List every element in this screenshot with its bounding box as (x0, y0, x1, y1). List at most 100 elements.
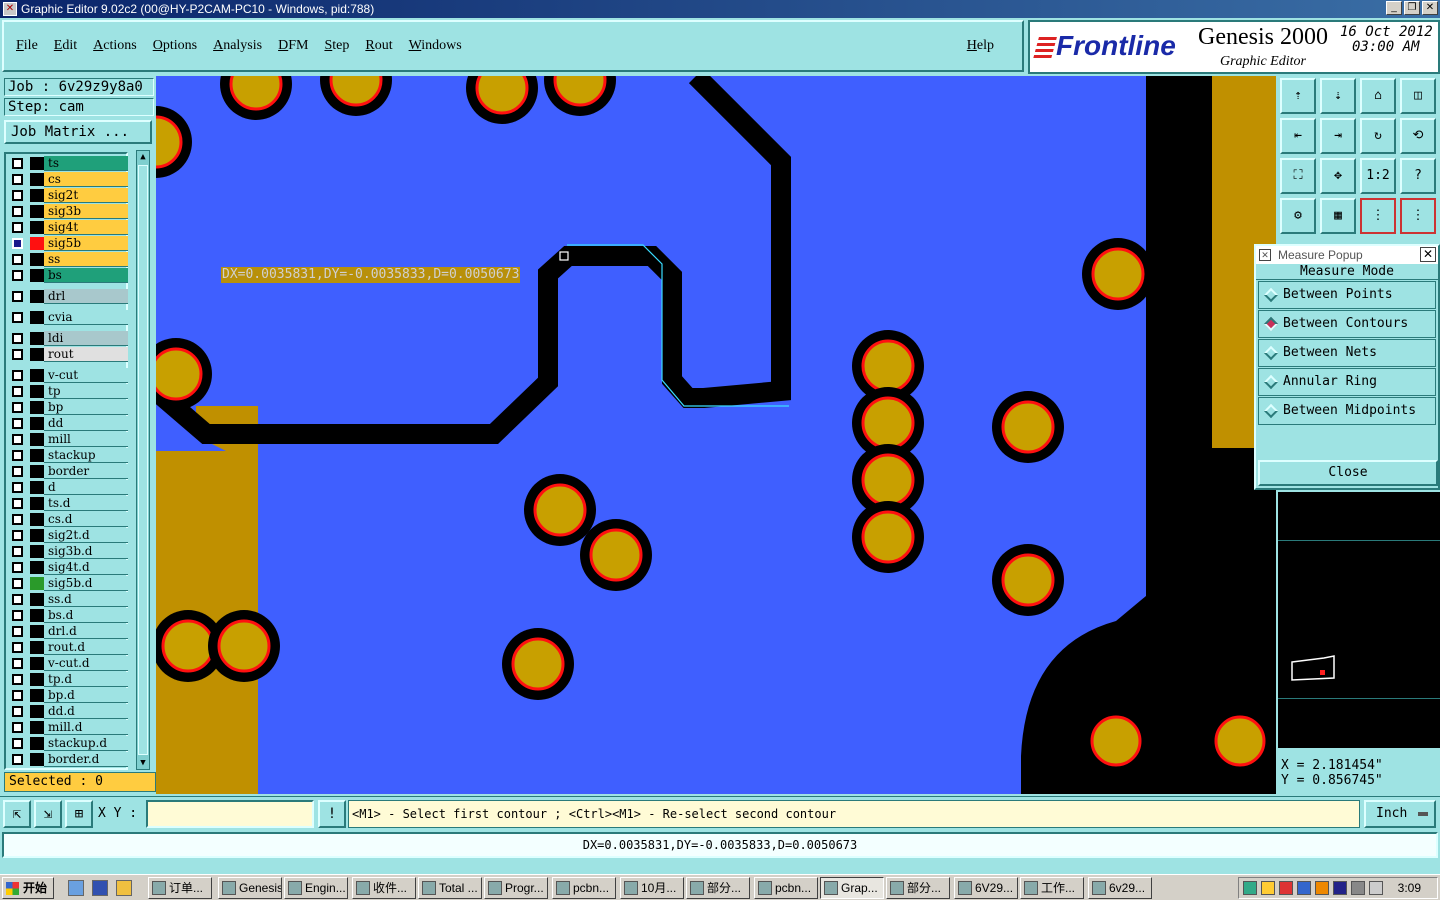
menu-rout[interactable]: Rout (365, 38, 392, 54)
layer-color-swatch[interactable] (30, 332, 44, 345)
layer-color-swatch[interactable] (30, 369, 44, 382)
layer-row-drl-d[interactable]: drl.d (8, 624, 128, 639)
layer-row-tp-d[interactable]: tp.d (8, 672, 128, 687)
layer-row-stackup-d[interactable]: stackup.d (8, 736, 128, 751)
layer-color-swatch[interactable] (30, 221, 44, 234)
layer-name[interactable]: bp.d (44, 688, 128, 703)
layer-name[interactable]: ss (44, 252, 128, 267)
layer-color-swatch[interactable] (30, 417, 44, 430)
layer-checkbox[interactable] (12, 254, 23, 265)
layer-checkbox[interactable] (12, 642, 23, 653)
start-button[interactable]: 开始 (2, 877, 54, 899)
layer-name[interactable]: sig4t.d (44, 560, 128, 575)
layer-name[interactable]: mill (44, 432, 128, 447)
layer-color-swatch[interactable] (30, 641, 44, 654)
layer-color-swatch[interactable] (30, 173, 44, 186)
layer-color-swatch[interactable] (30, 657, 44, 670)
layer-name[interactable]: bs.d (44, 608, 128, 623)
layer-row-sig5b[interactable]: sig5b (8, 236, 128, 251)
tray-close-icon[interactable] (1279, 881, 1293, 895)
tray-language-icon[interactable] (1333, 881, 1347, 895)
taskbar-button[interactable]: 收件... (352, 877, 416, 899)
layer-name[interactable]: stackup (44, 448, 128, 463)
layer-checkbox[interactable] (12, 706, 23, 717)
layer-name[interactable]: cs (44, 172, 128, 187)
layer-checkbox[interactable] (12, 349, 23, 360)
scroll-up-icon[interactable]: ▲ (138, 151, 148, 163)
quicklaunch-desktop-icon[interactable] (68, 880, 84, 896)
popup-close-icon[interactable]: ✕ (1420, 247, 1436, 262)
menu-help[interactable]: Help (967, 38, 994, 54)
home-up-icon[interactable]: ⇡ (1280, 78, 1316, 114)
layer-row-v-cut-d[interactable]: v-cut.d (8, 656, 128, 671)
layer-checkbox[interactable] (12, 514, 23, 525)
tray-app-icon[interactable] (1315, 881, 1329, 895)
layer-name[interactable]: v-cut (44, 368, 128, 383)
layer-color-swatch[interactable] (30, 237, 44, 250)
layer-color-swatch[interactable] (30, 561, 44, 574)
layer-row-bs-d[interactable]: bs.d (8, 608, 128, 623)
menu-dfm[interactable]: DFM (278, 38, 308, 54)
layer-row-ldi[interactable]: ldi (8, 331, 128, 346)
layer-name[interactable]: bs (44, 268, 128, 283)
job-matrix-button[interactable]: Job Matrix ... (4, 120, 152, 144)
layer-color-swatch[interactable] (30, 593, 44, 606)
layer-name[interactable]: v-cut.d (44, 656, 128, 671)
layer-row-ss[interactable]: ss (8, 252, 128, 267)
layer-checkbox[interactable] (12, 370, 23, 381)
layer-color-swatch[interactable] (30, 205, 44, 218)
layer-row-ts[interactable]: ts (8, 156, 128, 171)
alert-icon[interactable]: ! (318, 800, 346, 828)
layer-row-sig3b-d[interactable]: sig3b.d (8, 544, 128, 559)
unit-select[interactable]: Inch (1364, 800, 1436, 828)
popup-title-bar[interactable]: ✕ Measure Popup ✕ (1256, 246, 1438, 264)
taskbar-button[interactable]: Genesis (218, 877, 282, 899)
measure-option-between-contours[interactable]: Between Contours (1258, 310, 1436, 338)
layer-checkbox[interactable] (12, 482, 23, 493)
grid-snap-icon[interactable]: ⊞ (65, 800, 93, 828)
tray-volume-icon[interactable] (1369, 881, 1383, 895)
taskbar-button[interactable]: 6V29... (954, 877, 1018, 899)
scroll-thumb[interactable] (138, 165, 148, 755)
layer-name[interactable]: dd (44, 416, 128, 431)
layer-name[interactable]: sig3b.d (44, 544, 128, 559)
layer-row-bp[interactable]: bp (8, 400, 128, 415)
layer-name[interactable]: stackup.d (44, 736, 128, 751)
layer-checkbox[interactable] (12, 333, 23, 344)
layer-color-swatch[interactable] (30, 253, 44, 266)
layer-row-v-cut[interactable]: v-cut (8, 368, 128, 383)
layer-name[interactable]: tp.d (44, 672, 128, 687)
layer-checkbox[interactable] (12, 658, 23, 669)
layer-checkbox[interactable] (12, 674, 23, 685)
layer-checkbox[interactable] (12, 270, 23, 281)
layer-row-mill-d[interactable]: mill.d (8, 720, 128, 735)
taskbar-button[interactable]: 10月... (620, 877, 684, 899)
layer-checkbox[interactable] (12, 222, 23, 233)
layer-checkbox[interactable] (12, 626, 23, 637)
tray-network-icon[interactable] (1243, 881, 1257, 895)
layer-checkbox[interactable] (12, 498, 23, 509)
taskbar-button[interactable]: 部分... (886, 877, 950, 899)
layer-checkbox[interactable] (12, 610, 23, 621)
layer-checkbox[interactable] (12, 386, 23, 397)
taskbar-button[interactable]: 工作... (1020, 877, 1084, 899)
layer-display-icon[interactable]: ⋮ (1360, 198, 1396, 234)
menu-edit[interactable]: Edit (54, 38, 77, 54)
zoom-1-2-icon[interactable]: 1:2 (1360, 158, 1396, 194)
layer-color-swatch[interactable] (30, 290, 44, 303)
layer-checkbox[interactable] (12, 158, 23, 169)
layer-checkbox[interactable] (12, 754, 23, 765)
layer-checkbox[interactable] (12, 722, 23, 733)
layer-checkbox[interactable] (12, 174, 23, 185)
layer-row-bp-d[interactable]: bp.d (8, 688, 128, 703)
layer-name[interactable]: drl.d (44, 624, 128, 639)
layer-checkbox[interactable] (12, 291, 23, 302)
layer-color-swatch[interactable] (30, 465, 44, 478)
layer-checkbox[interactable] (12, 578, 23, 589)
layer-name[interactable]: cs.d (44, 512, 128, 527)
snap-diagonal-icon[interactable]: ⇲ (34, 800, 62, 828)
layer-color-swatch[interactable] (30, 577, 44, 590)
layer-display-2-icon[interactable]: ⋮ (1400, 198, 1436, 234)
layer-row-bs[interactable]: bs (8, 268, 128, 283)
restore-icon[interactable]: ❐ (1404, 1, 1420, 15)
